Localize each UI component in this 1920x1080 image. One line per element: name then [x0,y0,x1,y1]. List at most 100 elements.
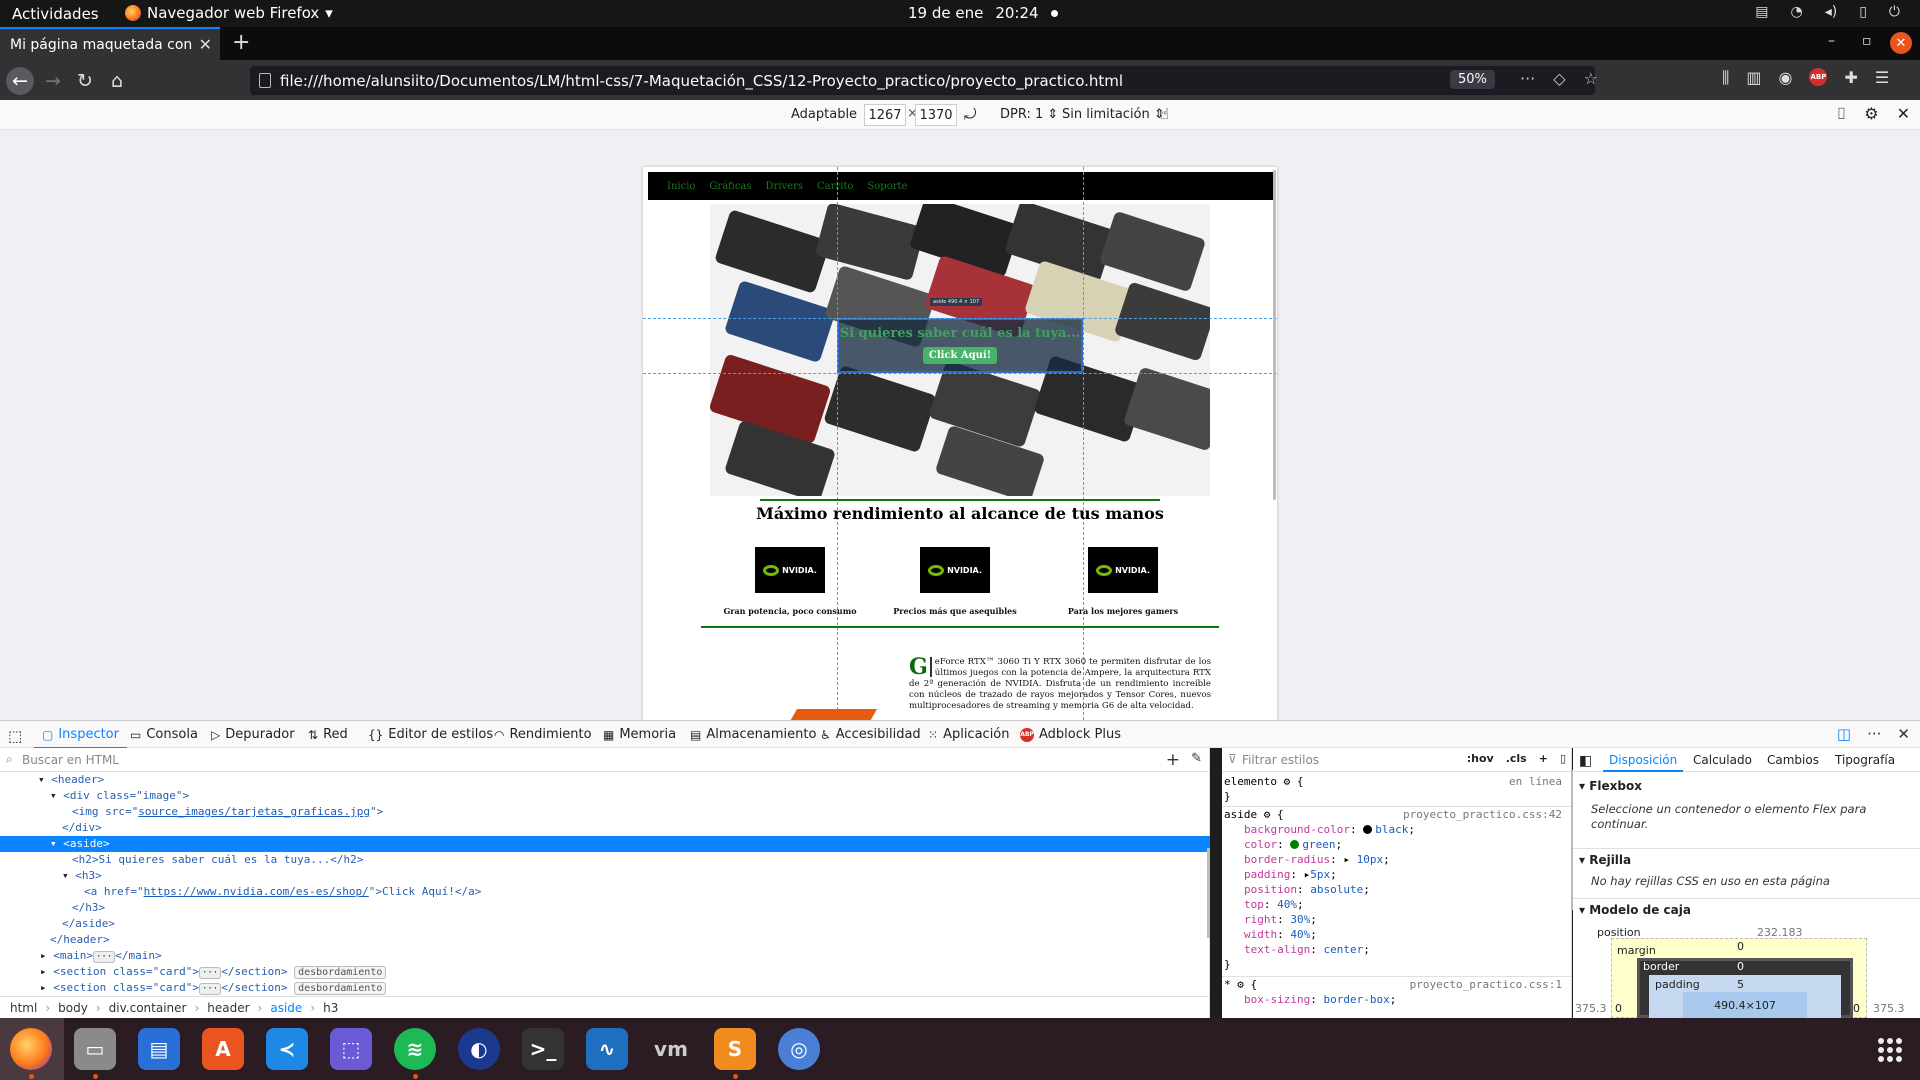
dock-side-icon[interactable]: ◫ [1837,725,1851,743]
adblock-icon[interactable]: ABP [1809,68,1828,86]
show-apps-icon[interactable] [1878,1038,1902,1062]
breadcrumb-item[interactable]: div.container [109,1001,187,1015]
tree-row[interactable]: </header> [0,932,1210,948]
tab-style-editor[interactable]: {} Editor de estilos [368,727,493,742]
tab-layout[interactable]: Disposición [1602,753,1684,772]
devtools-menu-icon[interactable]: ··· [1867,725,1881,743]
margin-value[interactable]: 0 [1737,940,1744,953]
writer-icon[interactable]: ▤ [138,1028,180,1070]
tree-row[interactable]: ▾ <header> [0,772,1210,788]
nav-link-carrito[interactable]: Carrito [817,181,853,192]
rotate-icon[interactable]: ⤾ [964,105,977,123]
back-icon[interactable]: ← [6,67,34,95]
print-media-icon[interactable]: ▯ [1560,752,1566,765]
tab-memory[interactable]: ▦ Memoria [603,727,676,742]
library-icon[interactable]: ⫼ [1722,68,1729,88]
tab-computed[interactable]: Calculado [1693,753,1752,767]
collapsed-ellipsis[interactable]: ··· [93,951,116,963]
rule-source-link[interactable]: proyecto_practico.css:1 [1410,977,1562,992]
tab-inspector[interactable]: ▢ Inspector [34,727,127,749]
declaration[interactable]: width: 40%; [1222,927,1572,942]
system-tray[interactable]: ▤ ◔ ◂) ▯ ⏻ [1755,4,1900,20]
account-icon[interactable]: ◉ [1779,68,1793,88]
tree-row-selected[interactable]: ▾ <aside> [0,836,1210,852]
style-filter[interactable]: ⊽ Filtrar estilos :hov .cls + ▯ [1222,748,1572,772]
tab-fonts[interactable]: Tipografía [1835,753,1895,767]
overflow-badge[interactable]: desbordamiento [294,966,387,979]
minimize-icon[interactable]: – [1828,33,1835,49]
reload-icon[interactable]: ↻ [72,68,98,94]
tab-network[interactable]: ⇅ Red [308,727,348,742]
breadcrumb-item[interactable]: body [58,1001,88,1015]
margin-left-value[interactable]: 0 [1615,1002,1622,1015]
window-close-icon[interactable]: ✕ [1890,32,1912,54]
viewport-width-input[interactable]: 1267 [864,104,906,126]
click-here-button[interactable]: Click Aquí! [922,347,998,364]
tab-accessibility[interactable]: ♿ Accesibilidad [820,727,921,742]
terminal-icon[interactable]: >_ [522,1028,564,1070]
declaration[interactable]: position: absolute; [1222,882,1572,897]
add-rule-icon[interactable]: + [1539,752,1548,765]
collapsed-ellipsis[interactable]: ··· [198,983,222,995]
touch-simulation-icon[interactable]: ☝ [1160,105,1169,123]
tree-row[interactable]: ▸ <section class="card"> ··· </section> de… [0,980,1210,996]
settings-gear-icon[interactable]: ⚙ [1864,104,1878,124]
page-scrollbar[interactable] [1273,170,1276,500]
screenshot-tool-icon[interactable]: ⬚ [330,1028,372,1070]
nav-link-inicio[interactable]: Inicio [667,181,695,192]
a-href-link[interactable]: https://www.nvidia.com/es-es/shop/ [144,885,369,898]
url-bar[interactable]: file:///home/alunsiito/Documentos/LM/htm… [250,66,1598,95]
hov-toggle[interactable]: :hov [1467,752,1494,765]
rule-gear-icon[interactable]: ⚙ [1284,775,1291,788]
dpr-selector[interactable]: DPR: 1 ⇕ [1000,107,1058,122]
rule-gear-icon[interactable]: ⚙ [1264,808,1271,821]
firefox-icon[interactable] [10,1028,52,1079]
breadcrumb-item[interactable]: aside [270,1001,302,1015]
chromium-icon[interactable]: ◎ [778,1028,820,1070]
vscode-icon[interactable]: ≺ [266,1028,308,1070]
tab-changes[interactable]: Cambios [1767,753,1819,767]
html-search-input[interactable]: Buscar en HTML [22,753,119,767]
pocket-icon[interactable]: ◇ [1553,69,1565,88]
tab-console[interactable]: ▭ Consola [130,727,198,742]
volume-icon[interactable]: ◂) [1825,4,1838,20]
app-menu[interactable]: Navegador web Firefox ▾ [125,4,333,22]
viewport-height-input[interactable]: 1370 [915,104,957,126]
bookmark-star-icon[interactable]: ☆ [1584,69,1598,88]
close-devtools-icon[interactable]: ✕ [1897,725,1910,743]
nav-link-drivers[interactable]: Drivers [766,181,803,192]
power-icon[interactable]: ⏻ [1889,4,1900,20]
tree-row[interactable]: </aside> [0,916,1210,932]
eclipse-icon[interactable]: ◐ [458,1028,500,1070]
add-node-icon[interactable]: + [1166,750,1180,770]
clock[interactable]: 19 de ene 20:24 [908,4,1058,22]
tab-performance[interactable]: ◠ Rendimiento [494,727,592,742]
right-offset[interactable]: 375.3 [1873,1002,1905,1015]
screenshot-icon[interactable]: ⌷ [1837,104,1847,124]
clipboard-icon[interactable]: ▤ [1755,4,1768,20]
monitor-icon[interactable]: ∿ [586,1028,628,1070]
wifi-icon[interactable]: ◔ [1790,4,1802,20]
extensions-icon[interactable]: ✚ [1844,68,1857,88]
restore-icon[interactable]: ▫ [1862,33,1872,49]
eyedropper-icon[interactable]: ✎ [1191,751,1202,766]
margin-right-value[interactable]: 0 [1853,1002,1860,1015]
style-filter-input[interactable]: Filtrar estilos [1242,753,1319,767]
padding-value[interactable]: 5 [1737,978,1744,991]
tab-storage[interactable]: ▤ Almacenamiento [690,727,816,742]
close-tab-icon[interactable]: ✕ [199,35,212,54]
forward-icon[interactable]: → [40,68,66,94]
home-icon[interactable]: ⌂ [104,68,130,94]
declaration[interactable]: text-align: center; [1222,942,1572,957]
declaration[interactable]: border-radius: ▸ 10px; [1222,852,1572,867]
tab-application[interactable]: ⁙ Aplicación [928,727,1010,742]
tree-row[interactable]: </div> [0,820,1210,836]
tree-row[interactable]: <h2>Si quieres saber cuál es la tuya...<… [0,852,1210,868]
left-offset[interactable]: 375.3 [1575,1002,1607,1015]
toggle-pane-icon[interactable]: ◧ [1579,753,1592,769]
files-icon[interactable]: ▭ [74,1028,116,1079]
browser-tab[interactable]: Mi página maquetada con C ✕ [0,27,220,60]
menu-icon[interactable]: ☰ [1875,68,1889,88]
grid-section[interactable]: ▾ Rejilla [1573,848,1920,867]
element-picker-icon[interactable]: ⬚ [8,727,22,745]
